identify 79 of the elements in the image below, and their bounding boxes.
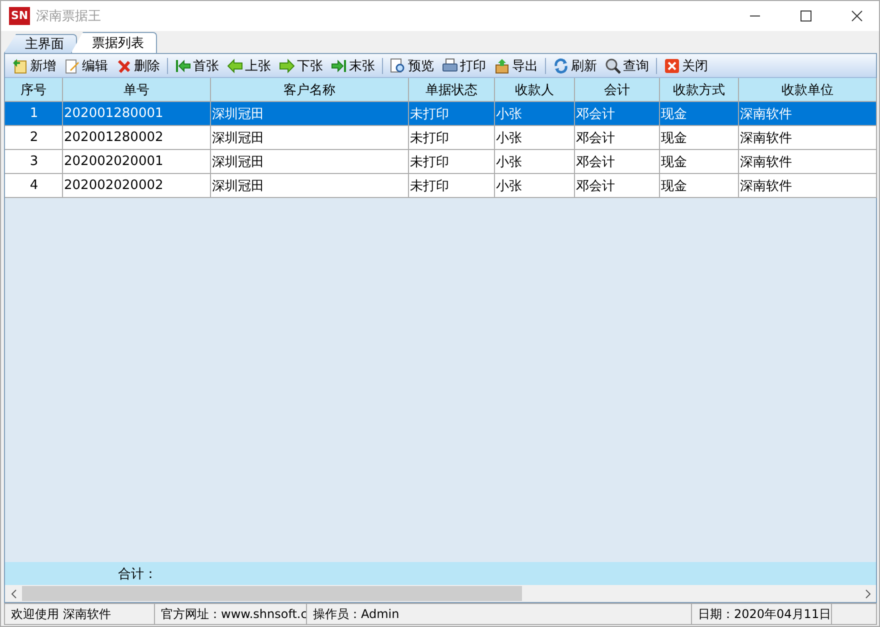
window-title: 深南票据王 [36,8,102,25]
first-arrow-icon [175,58,191,74]
close-icon [850,10,862,22]
search-icon [605,58,621,74]
table-cell: 深南软件 [739,126,877,150]
table-cell: 小张 [495,102,575,126]
table-cell: 深南软件 [739,102,877,126]
delete-icon [116,58,132,74]
table-cell: 邓会计 [575,150,660,174]
toolbar-button[interactable]: 关闭 [661,54,711,76]
toolbar-button[interactable]: 删除 [113,54,163,76]
toolbar-button[interactable]: 刷新 [550,54,600,76]
column-header[interactable]: 单号 [63,78,211,102]
table-cell: 邓会计 [575,126,660,150]
table-cell: 小张 [495,126,575,150]
table-cell: 4 [5,174,63,198]
status-text: 日期：2020年04月11日 [692,604,832,624]
table-cell: 未打印 [409,102,495,126]
new-document-icon [12,58,28,74]
table-cell: 深圳冠田 [211,174,409,198]
box-export-icon [494,58,510,74]
status-text: 欢迎使用 深南软件 [5,604,155,624]
tab[interactable]: 票据列表 [71,32,157,53]
column-header[interactable]: 序号 [5,78,63,102]
column-header[interactable]: 收款人 [495,78,575,102]
toolbar-button[interactable]: 打印 [439,54,489,76]
refresh-icon [553,58,569,74]
total-label: 合计： [118,566,157,582]
printer-icon [442,58,458,74]
table-cell: 深南软件 [739,150,877,174]
table-cell: 1 [5,102,63,126]
column-header[interactable]: 会计 [575,78,660,102]
table-cell: 2 [5,126,63,150]
toolbar-button[interactable]: 编辑 [61,54,111,76]
table-cell: 现金 [660,150,739,174]
status-text: 操作员：Admin [307,604,692,624]
close-icon [664,58,680,74]
preview-icon [390,58,406,74]
table-cell: 现金 [660,102,739,126]
table-cell: 深圳冠田 [211,126,409,150]
table-cell: 邓会计 [575,102,660,126]
table-cell: 深圳冠田 [211,150,409,174]
table-cell: 深南软件 [739,174,877,198]
toolbar-button[interactable]: 新增 [9,54,59,76]
toolbar-button[interactable]: 上张 [224,54,274,76]
right-arrow-icon [279,58,295,74]
right-chevron-icon [864,588,872,598]
toolbar-button[interactable]: 末张 [328,54,378,76]
tab[interactable]: 主界面 [4,34,77,53]
left-arrow-icon [227,58,243,74]
last-arrow-icon [331,58,347,74]
pencil-document-icon [64,58,80,74]
table-cell: 202002020002 [63,174,211,198]
table-cell: 3 [5,150,63,174]
table-cell: 202001280002 [63,126,211,150]
table-cell: 邓会计 [575,174,660,198]
scrollbar-thumb[interactable] [22,586,522,601]
toolbar-button[interactable]: 首张 [172,54,222,76]
table-cell: 未打印 [409,126,495,150]
column-header[interactable]: 客户名称 [211,78,409,102]
table-cell: 现金 [660,126,739,150]
maximize-icon [800,10,812,22]
table-cell: 未打印 [409,174,495,198]
column-header[interactable]: 单据状态 [409,78,495,102]
toolbar-button[interactable]: 导出 [491,54,541,76]
table-cell: 小张 [495,174,575,198]
column-header[interactable]: 收款单位 [739,78,877,102]
column-header[interactable]: 收款方式 [660,78,739,102]
table-cell: 202001280001 [63,102,211,126]
table-cell: 未打印 [409,150,495,174]
toolbar-button[interactable]: 预览 [387,54,437,76]
table-cell: 深圳冠田 [211,102,409,126]
app-logo: SN [9,7,30,25]
left-chevron-icon [10,588,18,598]
toolbar-button[interactable]: 下张 [276,54,326,76]
table-cell: 现金 [660,174,739,198]
toolbar-button[interactable]: 查询 [602,54,652,76]
table-cell: 202002020001 [63,150,211,174]
table-cell: 小张 [495,150,575,174]
